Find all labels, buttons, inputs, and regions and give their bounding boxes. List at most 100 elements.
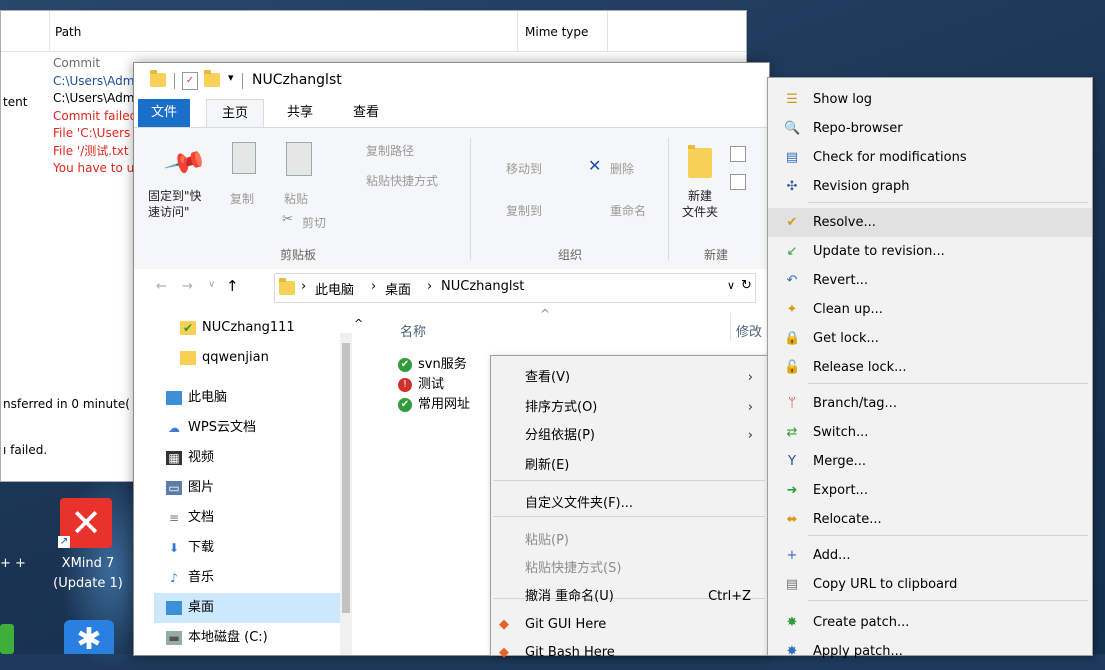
file-item-label: 常用网址 (418, 397, 471, 412)
nav-item[interactable]: qqwenjian (154, 343, 340, 373)
nav-item[interactable]: ♪ 音乐 (154, 563, 340, 593)
folder-icon (180, 350, 196, 365)
column-header-name[interactable]: 名称 (400, 321, 426, 340)
xmind-shortcut[interactable]: ✕ ↗ XMind 7 (Update 1) (48, 498, 128, 598)
context-menu-item[interactable]: Git Bash Here ◆ (491, 638, 767, 667)
copy-button[interactable]: 复制 (230, 190, 254, 207)
tortoise-menu-item[interactable]: 🔍 Repo-browser (768, 114, 1092, 143)
tortoise-menu-item[interactable]: ✦ Clean up... (768, 295, 1092, 324)
context-menu-item[interactable]: Git GUI Here ◆ (491, 610, 767, 639)
merge-icon: Y (788, 454, 796, 469)
copy-path-button[interactable]: 复制路径 (346, 142, 414, 159)
move-to-button[interactable]: 移动到 (486, 160, 542, 177)
new-folder-button[interactable]: 新建 文件夹 (682, 188, 718, 220)
file-item[interactable]: ✔ 常用网址 (398, 395, 498, 415)
new-item-icon[interactable] (730, 146, 746, 162)
log-line: File '/测试.txt (53, 143, 129, 158)
address-path[interactable]: › 此电脑 › 桌面 › NUCzhanglst ∨ ↻ (274, 273, 756, 303)
breadcrumb-pc[interactable]: 此电脑 (315, 279, 354, 298)
scissors-icon: ✂ (282, 212, 293, 227)
quick-access-dropdown-icon[interactable]: ▾ (228, 71, 234, 84)
tortoise-menu-item[interactable]: ▤ Copy URL to clipboard (768, 570, 1092, 599)
ribbon-tabs: 文件 主页 共享 查看 (134, 99, 769, 128)
breadcrumb-folder[interactable]: NUCzhanglst (441, 279, 524, 294)
context-menu-item[interactable]: 查看(V) › (491, 363, 767, 392)
column-header-mime[interactable]: Mime type (525, 25, 588, 39)
menu-item-label: 分组依据(P) (525, 428, 595, 443)
nav-item[interactable]: ⬇ 下载 (154, 533, 340, 563)
nav-item[interactable]: ✔ NUCzhang111 (154, 313, 340, 343)
up-icon[interactable]: ↑ (226, 277, 239, 295)
tortoisesvn-submenu: ☰ Show log 🔍 Repo-browser ▤ Check for modific… (767, 77, 1093, 659)
tortoise-menu-item[interactable]: ✣ Revision graph (768, 172, 1092, 201)
tortoise-menu-item[interactable]: ⇄ Switch... (768, 418, 1092, 447)
rename-button[interactable]: 重命名 (590, 202, 646, 219)
nav-item[interactable]: ▦ 视频 (154, 443, 340, 473)
new-folder-icon[interactable] (204, 70, 220, 87)
context-menu-item[interactable]: 刷新(E) (491, 451, 767, 480)
tab-home[interactable]: 主页 (206, 99, 264, 128)
tortoise-menu-item[interactable]: ▤ Check for modifications (768, 143, 1092, 172)
nav-item[interactable]: ≡ 文档 (154, 503, 340, 533)
menu-item-label: 粘贴快捷方式(S) (525, 561, 622, 576)
context-menu-item[interactable]: 撤消 重命名(U) Ctrl+Z (491, 582, 767, 611)
tortoise-menu-item[interactable]: 🔓 Release lock... (768, 353, 1092, 382)
properties-icon[interactable]: ✓ (182, 72, 198, 90)
tortoise-menu-item[interactable]: 🔒 Get lock... (768, 324, 1092, 353)
menu-item-label: Apply patch... (813, 644, 903, 659)
recent-dropdown-icon[interactable]: ∨ (208, 279, 215, 290)
copy-to-button[interactable]: 复制到 (486, 202, 542, 219)
export-icon: ➜ (786, 483, 798, 498)
menu-item-label: Switch... (813, 425, 869, 440)
file-item[interactable]: ✔ svn服务 (398, 355, 498, 375)
refresh-icon[interactable]: ↻ (741, 278, 752, 293)
paste-shortcut-button[interactable]: 粘贴快捷方式 (346, 172, 438, 189)
tortoise-menu-item[interactable]: ᛘ Branch/tag... (768, 389, 1092, 418)
paste-icon (286, 142, 312, 176)
tab-view[interactable]: 查看 (340, 99, 392, 127)
svn-conflict-icon: ! (398, 377, 412, 392)
forward-icon[interactable]: → (182, 279, 193, 294)
unlock-icon: 🔓 (784, 360, 801, 375)
back-icon[interactable]: ← (156, 279, 167, 294)
star-app-icon[interactable]: ✱ (64, 620, 114, 657)
paste-button[interactable]: 粘贴 (284, 190, 308, 207)
log-line: C:\Users\Adm (53, 73, 135, 88)
tortoise-menu-item[interactable]: ➜ Export... (768, 476, 1092, 505)
column-header-modified[interactable]: 修改 (736, 321, 762, 340)
breadcrumb-desktop[interactable]: 桌面 (385, 279, 411, 298)
context-menu-item[interactable]: 自定义文件夹(F)... (491, 489, 767, 518)
menu-item-label: Relocate... (813, 512, 882, 527)
nav-scrollbar[interactable] (340, 333, 352, 655)
context-menu-item[interactable]: 排序方式(O) › (491, 393, 767, 422)
context-menu-item[interactable]: 分组依据(P) › (491, 421, 767, 450)
tab-file[interactable]: 文件 (138, 99, 190, 127)
nav-item[interactable]: ☁ WPS云文档 (154, 413, 340, 443)
check-modifications-icon: ▤ (785, 150, 799, 165)
column-header-path[interactable]: Path (55, 25, 81, 39)
tab-share[interactable]: 共享 (274, 99, 326, 127)
pin-quick-access-button[interactable]: 固定到"快 速访问" (148, 188, 202, 220)
tortoise-menu-item[interactable]: ✸ Apply patch... (768, 637, 1092, 666)
scrollbar-thumb[interactable] (342, 343, 350, 613)
sort-indicator-icon: ^ (540, 307, 551, 321)
nav-item[interactable]: ▭ 图片 (154, 473, 340, 503)
tortoise-menu-item[interactable]: ↶ Revert... (768, 266, 1092, 295)
tortoise-menu-item[interactable]: ✔ Resolve... (768, 208, 1092, 237)
nav-item[interactable]: 此电脑 (154, 383, 340, 413)
tortoise-menu-item[interactable]: ↙ Update to revision... (768, 237, 1092, 266)
partial-app-icon[interactable] (0, 624, 14, 654)
chevron-down-icon[interactable]: ∨ (727, 279, 735, 292)
tortoise-menu-item[interactable]: ⬌ Relocate... (768, 505, 1092, 534)
nav-item[interactable]: ▬ 本地磁盘 (C:) (154, 623, 340, 653)
scroll-up-icon[interactable]: ^ (354, 317, 363, 330)
easy-access-icon[interactable] (730, 174, 746, 190)
branch-icon: ᛘ (788, 396, 796, 411)
tortoise-menu-item[interactable]: Y Merge... (768, 447, 1092, 476)
menu-item-label: Create patch... (813, 615, 910, 630)
tortoise-menu-item[interactable]: + Add... (768, 541, 1092, 570)
file-item[interactable]: ! 测试 (398, 375, 498, 395)
tortoise-menu-item[interactable]: ✸ Create patch... (768, 608, 1092, 637)
tortoise-menu-item[interactable]: ☰ Show log (768, 85, 1092, 114)
nav-item[interactable]: 桌面 (154, 593, 340, 623)
